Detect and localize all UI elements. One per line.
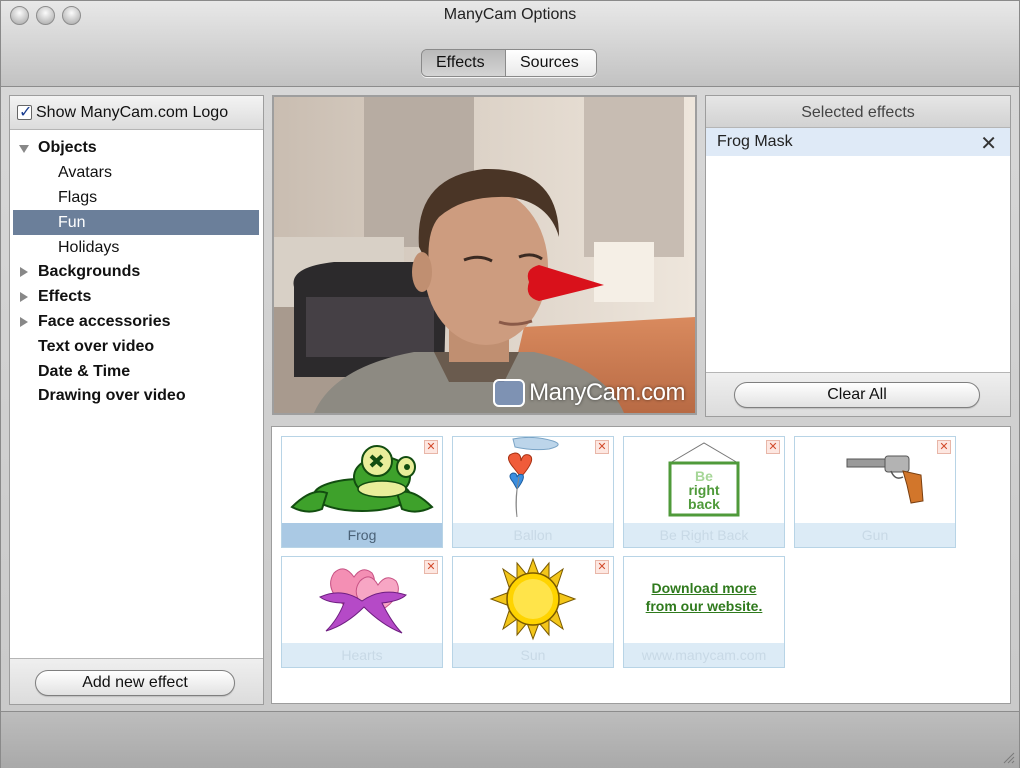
clear-all-button[interactable]: Clear All [734,382,980,408]
effect-caption: Hearts [282,643,442,667]
tree-item-effects[interactable]: Effects [10,285,263,310]
tab-sources[interactable]: Sources [506,50,596,76]
gun-icon [846,455,924,504]
show-logo-checkbox[interactable] [17,102,32,122]
tree-item-label: Holidays [58,238,120,256]
tree-item-label: Objects [38,139,97,157]
resize-grip-icon[interactable] [1001,750,1015,764]
be-right-back-sign-icon: Be right back [668,442,740,517]
selected-effect-label: Frog Mask [717,133,793,150]
selected-effects-panel: Selected effects Frog Mask ✕ Clear All [705,95,1011,417]
tree-item-label: Face accessories [38,312,171,330]
effect-tile-frog[interactable]: ✕ Frog [281,436,443,548]
effect-tile-hearts[interactable]: ✕ Hearts [281,556,443,668]
tree-item-backgrounds[interactable]: Backgrounds [10,260,263,285]
hearts-icon [319,568,407,634]
tree-item-label: Date & Time [38,362,131,380]
disclosure-collapsed-icon[interactable] [20,291,28,302]
title-bar: ManyCam Options Effects Sources [1,1,1019,87]
effect-tile-gun[interactable]: ✕ Gun [794,436,956,548]
tree-item-face-accessories[interactable]: Face accessories [10,310,263,335]
tree-item-label: Backgrounds [38,263,141,281]
disclosure-collapsed-icon[interactable] [20,316,28,327]
effect-caption: Sun [453,643,613,667]
disclosure-expanded-icon[interactable] [19,145,29,153]
manycam-options-window: ManyCam Options Effects Sources Show Man… [0,0,1020,768]
tree-item-date-time[interactable]: Date & Time [10,359,263,384]
delete-effect-icon[interactable]: ✕ [424,560,438,574]
effect-tile-ballon[interactable]: ✕ Ballon [452,436,614,548]
download-link-line: Download more [651,580,757,596]
webcam-frame-image [274,97,695,413]
balloon-icon [508,437,559,518]
frog-icon [290,445,434,513]
manycam-watermark: ManyCam.com [529,379,685,406]
category-panel: Show ManyCam.com Logo Objects Avatars Fl… [9,95,264,705]
tree-item-fun[interactable]: Fun [13,210,259,236]
tree-item-label: Fun [58,213,86,231]
effect-caption: www.manycam.com [624,643,784,667]
tab-switcher: Effects Sources [421,49,597,77]
effects-grid: ✕ Frog ✕ Ballon Be right back ✕ Be Right… [271,426,1011,704]
tab-effects[interactable]: Effects [422,50,506,76]
window-bottom-bar [1,711,1019,768]
tree-item-drawing-over-video[interactable]: Drawing over video [10,384,263,409]
effect-caption: Gun [795,523,955,547]
selected-effects-header: Selected effects [706,96,1010,128]
effect-caption: Ballon [453,523,613,547]
manycam-logo-icon [493,379,525,407]
window-title: ManyCam Options [443,6,577,23]
sign-text-line: back [688,496,720,512]
category-tree: Objects Avatars Flags Fun Holidays Backg… [10,130,263,409]
tree-item-label: Avatars [58,164,112,182]
tree-item-objects[interactable]: Objects [10,136,263,161]
tree-item-avatars[interactable]: Avatars [10,161,263,186]
effect-tile-be-right-back[interactable]: Be right back ✕ Be Right Back [623,436,785,548]
download-more-link[interactable]: Download more from our website. [624,579,784,615]
tree-item-label: Drawing over video [38,387,186,405]
effect-caption: Be Right Back [624,523,784,547]
effect-tile-sun[interactable]: ✕ Sun [452,556,614,668]
tree-item-label: Effects [38,288,92,306]
remove-effect-icon[interactable]: ✕ [980,131,997,156]
show-logo-row[interactable]: Show ManyCam.com Logo [10,96,263,130]
disclosure-collapsed-icon[interactable] [20,266,28,277]
webcam-preview: ManyCam.com [272,95,697,415]
tree-item-holidays[interactable]: Holidays [10,235,263,260]
delete-effect-icon[interactable]: ✕ [595,440,609,454]
download-link-line: from our website. [645,598,763,614]
delete-effect-icon[interactable]: ✕ [595,560,609,574]
add-new-effect-button[interactable]: Add new effect [35,670,235,696]
tree-item-label: Text over video [38,337,155,355]
delete-effect-icon[interactable]: ✕ [766,440,780,454]
show-logo-label: Show ManyCam.com Logo [36,103,229,121]
tree-item-flags[interactable]: Flags [10,186,263,211]
delete-effect-icon[interactable]: ✕ [424,440,438,454]
selected-effects-footer: Clear All [706,372,1010,416]
tree-item-text-over-video[interactable]: Text over video [10,334,263,359]
delete-effect-icon[interactable]: ✕ [937,440,951,454]
effect-tile-download-more[interactable]: Download more from our website. www.many… [623,556,785,668]
selected-effect-item[interactable]: Frog Mask ✕ [706,128,1010,156]
category-panel-footer: Add new effect [10,658,263,704]
effect-caption: Frog [282,523,442,547]
sun-icon [489,557,577,641]
tree-item-label: Flags [58,188,98,206]
